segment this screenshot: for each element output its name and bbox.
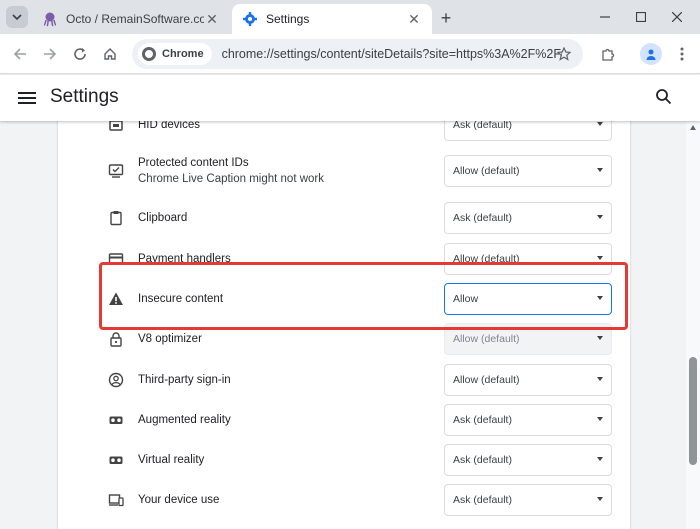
protected-content-icon <box>106 161 126 181</box>
lock-icon <box>106 329 126 349</box>
tab-settings[interactable]: Settings ✕ <box>232 4 432 34</box>
dropdown-arrow-icon <box>597 457 603 461</box>
home-icon <box>104 48 116 60</box>
permission-row-device-use: Your device use Ask (default) <box>58 480 630 520</box>
permission-label: Protected content IDs Chrome Live Captio… <box>138 155 324 187</box>
close-tab-icon[interactable]: ✕ <box>406 11 422 27</box>
permission-select[interactable]: Ask (default) <box>444 444 612 476</box>
gear-icon <box>242 11 258 27</box>
permission-select[interactable]: Allow (default) <box>444 364 612 396</box>
arrow-right-icon <box>44 48 57 60</box>
permission-subtitle: Chrome Live Caption might not work <box>138 173 324 185</box>
select-value: Allow (default) <box>453 165 520 177</box>
dropdown-arrow-icon <box>597 336 603 340</box>
devices-icon <box>106 490 126 510</box>
dropdown-arrow-icon <box>597 122 603 126</box>
more-vertical-icon <box>680 47 684 61</box>
permission-label: Virtual reality <box>138 454 205 466</box>
reload-button[interactable] <box>68 42 92 66</box>
permission-select[interactable]: Ask (default) <box>444 484 612 516</box>
reload-icon <box>74 48 86 60</box>
dropdown-arrow-icon <box>597 256 603 260</box>
octopus-icon <box>42 11 58 27</box>
vr-headset-icon <box>106 450 126 470</box>
maximize-button[interactable] <box>626 6 656 28</box>
permission-row-augmented-reality: Augmented reality Ask (default) <box>58 400 630 440</box>
puzzle-piece-icon <box>602 48 615 61</box>
dropdown-arrow-icon <box>597 168 603 172</box>
tab-title: Settings <box>266 12 310 26</box>
select-value: Ask (default) <box>453 121 512 131</box>
clipboard-icon <box>106 208 126 228</box>
settings-header: Settings <box>0 75 700 121</box>
dropdown-arrow-icon <box>597 377 603 381</box>
chevron-down-icon <box>12 14 22 21</box>
permission-row-hid-devices: HID devices Ask (default) <box>58 121 630 145</box>
maximize-icon <box>636 12 646 22</box>
highlight-box <box>99 262 628 330</box>
chrome-icon <box>142 47 156 61</box>
select-value: Ask (default) <box>453 454 512 466</box>
permission-select[interactable]: Allow (default) <box>444 155 612 187</box>
profile-avatar[interactable] <box>640 43 662 65</box>
select-value: Ask (default) <box>453 414 512 426</box>
minimize-button[interactable] <box>590 6 620 28</box>
permission-row-third-party-sign-in: Third-party sign-in Allow (default) <box>58 360 630 400</box>
extensions-button[interactable] <box>596 42 620 66</box>
dropdown-arrow-icon <box>597 497 603 501</box>
forward-button[interactable] <box>38 42 62 66</box>
permission-select[interactable]: Ask (default) <box>444 202 612 234</box>
scrollbar[interactable] <box>686 121 700 529</box>
permission-label: V8 optimizer <box>138 333 202 345</box>
usb-device-icon <box>106 121 126 135</box>
account-circle-icon <box>106 370 126 390</box>
browser-menu-button[interactable] <box>670 42 694 66</box>
close-window-button[interactable] <box>662 6 692 28</box>
close-tab-icon[interactable]: ✕ <box>204 11 220 27</box>
minimize-icon <box>600 16 610 18</box>
person-icon <box>646 49 656 60</box>
tab-octo[interactable]: Octo / RemainSoftware.com ✕ <box>32 4 230 34</box>
dropdown-arrow-icon <box>597 215 603 219</box>
permission-row-clipboard: Clipboard Ask (default) <box>58 198 630 238</box>
permission-label: HID devices <box>138 121 200 131</box>
permission-label: Clipboard <box>138 212 188 224</box>
permission-select[interactable]: Ask (default) <box>444 121 612 141</box>
back-button[interactable] <box>8 42 32 66</box>
permission-row-protected-content: Protected content IDs Chrome Live Captio… <box>58 151 630 191</box>
tab-strip: Octo / RemainSoftware.com ✕ Settings ✕ + <box>0 0 700 34</box>
select-value: Ask (default) <box>453 494 512 506</box>
permission-label: Augmented reality <box>138 414 231 426</box>
permission-label: Your device use <box>138 494 220 506</box>
permission-title: Protected content IDs <box>138 157 249 169</box>
tab-title: Octo / RemainSoftware.com <box>66 12 204 26</box>
page-title: Settings <box>50 86 119 107</box>
close-icon <box>672 12 682 22</box>
address-bar[interactable]: Chrome chrome://settings/content/siteDet… <box>132 39 583 69</box>
permission-label: Third-party sign-in <box>138 374 231 386</box>
select-value: Allow (default) <box>453 333 520 345</box>
home-button[interactable] <box>98 42 122 66</box>
scrollbar-thumb[interactable] <box>689 357 697 465</box>
search-icon[interactable] <box>655 88 675 108</box>
chip-label: Chrome <box>162 48 204 60</box>
browser-toolbar: Chrome chrome://settings/content/siteDet… <box>0 34 700 74</box>
tab-search-button[interactable] <box>6 6 28 28</box>
bookmark-star-icon[interactable] <box>555 45 573 63</box>
dropdown-arrow-icon <box>597 417 603 421</box>
select-value: Allow (default) <box>453 374 520 386</box>
url-text[interactable]: chrome://settings/content/siteDetails?si… <box>222 47 562 61</box>
new-tab-button[interactable]: + <box>436 8 456 28</box>
permission-row-virtual-reality: Virtual reality Ask (default) <box>58 440 630 480</box>
menu-icon[interactable] <box>18 89 36 107</box>
permission-select[interactable]: Ask (default) <box>444 404 612 436</box>
select-value: Ask (default) <box>453 212 512 224</box>
arrow-left-icon <box>13 48 26 60</box>
vr-headset-icon <box>106 410 126 430</box>
site-info-chip[interactable]: Chrome <box>138 43 212 65</box>
scroll-up-arrow-icon[interactable] <box>690 125 696 130</box>
